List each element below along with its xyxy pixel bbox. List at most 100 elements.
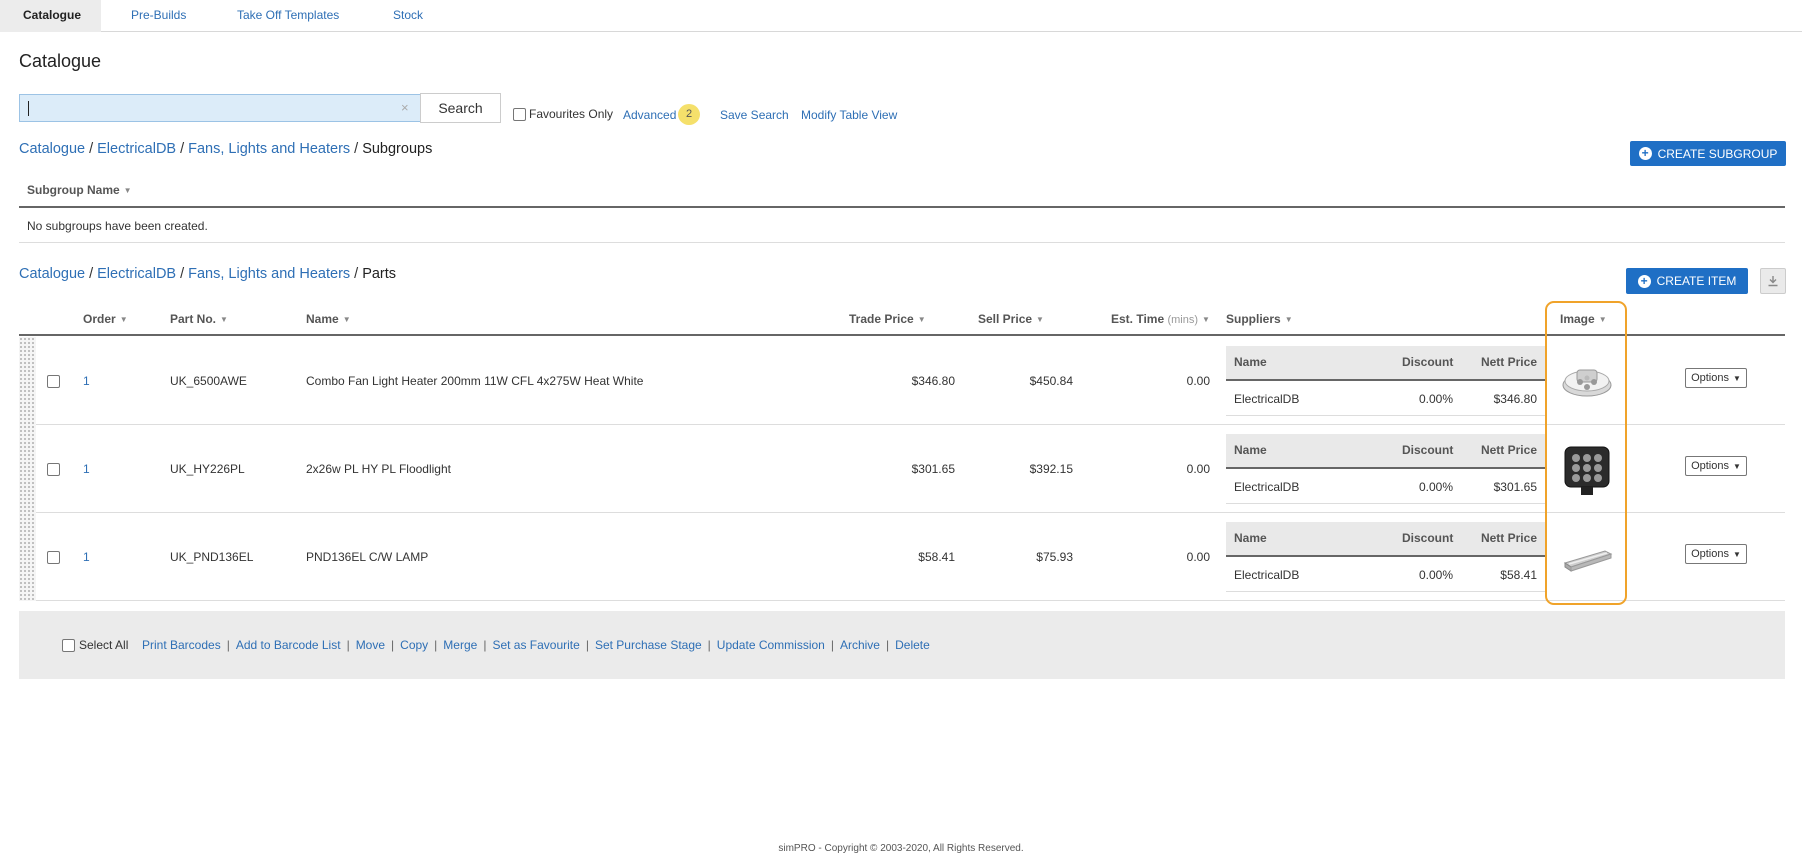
- trade-price: $346.80: [911, 374, 955, 388]
- breadcrumb-catalogue[interactable]: Catalogue: [19, 141, 85, 157]
- tab-stock[interactable]: Stock: [393, 0, 423, 32]
- text-caret: [28, 101, 29, 116]
- delete-link[interactable]: Delete: [895, 638, 930, 652]
- breadcrumb-current: Subgroups: [362, 141, 433, 157]
- column-est-time[interactable]: Est. Time (mins) ▼: [1111, 312, 1210, 326]
- supplier-row: ElectricalDB 0.00% $58.41: [1226, 558, 1545, 592]
- sell-price: $392.15: [1029, 462, 1073, 476]
- modify-table-view-link[interactable]: Modify Table View: [801, 108, 897, 122]
- options-dropdown[interactable]: Options ▼: [1685, 544, 1747, 564]
- clear-icon[interactable]: ×: [401, 100, 409, 115]
- row-checkbox[interactable]: [47, 551, 60, 564]
- supplier-col-discount: Discount: [1402, 355, 1454, 369]
- page-title: Catalogue: [19, 51, 102, 71]
- supplier-col-discount: Discount: [1402, 443, 1454, 457]
- column-sell-price[interactable]: Sell Price ▼: [978, 312, 1044, 326]
- supplier-col-nett-price: Nett Price: [1480, 531, 1537, 545]
- column-name[interactable]: Name ▼: [306, 312, 351, 326]
- floodlight-image[interactable]: [1557, 439, 1617, 499]
- set-purchase-stage-link[interactable]: Set Purchase Stage: [595, 638, 702, 652]
- print-barcodes-link[interactable]: Print Barcodes: [142, 638, 221, 652]
- breadcrumb-fans-lights-heaters[interactable]: Fans, Lights and Heaters: [188, 141, 350, 157]
- copy-link[interactable]: Copy: [400, 638, 428, 652]
- download-icon[interactable]: [1760, 268, 1786, 294]
- fan-light-heater-image[interactable]: [1557, 351, 1617, 411]
- breadcrumb-current: Parts: [362, 266, 397, 282]
- supplier-header: Name Discount Nett Price: [1226, 522, 1545, 557]
- tab-take-off-templates[interactable]: Take Off Templates: [237, 0, 339, 32]
- part-name: PND136EL C/W LAMP: [306, 550, 429, 564]
- part-name: Combo Fan Light Heater 200mm 11W CFL 4x2…: [306, 374, 644, 388]
- tab-catalogue[interactable]: Catalogue: [0, 0, 101, 32]
- order-link[interactable]: 1: [83, 550, 90, 564]
- supplier-row: ElectricalDB 0.00% $346.80: [1226, 382, 1545, 416]
- order-link[interactable]: 1: [83, 462, 90, 476]
- column-image[interactable]: Image ▼: [1560, 312, 1607, 326]
- advanced-search-link[interactable]: Advanced: [623, 108, 676, 122]
- sell-price: $450.84: [1029, 374, 1073, 388]
- column-part-no[interactable]: Part No. ▼: [170, 312, 228, 326]
- breadcrumb-fans-lights-heaters[interactable]: Fans, Lights and Heaters: [188, 266, 350, 282]
- supplier-subtable: Name Discount Nett Price ElectricalDB 0.…: [1226, 434, 1545, 504]
- set-as-favourite-link[interactable]: Set as Favourite: [492, 638, 579, 652]
- create-item-label: CREATE ITEM: [1656, 274, 1737, 288]
- supplier-nett-price: $346.80: [1493, 392, 1537, 406]
- favourites-only-checkbox[interactable]: [513, 107, 526, 121]
- supplier-discount: 0.00%: [1418, 392, 1453, 406]
- create-subgroup-label: CREATE SUBGROUP: [1657, 146, 1778, 161]
- supplier-col-nett-price: Nett Price: [1480, 355, 1537, 369]
- supplier-name: ElectricalDB: [1234, 568, 1300, 582]
- supplier-col-name: Name: [1234, 443, 1267, 457]
- part-number: UK_6500AWE: [170, 374, 247, 388]
- subgroup-empty-row: No subgroups have been created.: [19, 210, 1785, 243]
- favourites-only-label: Favourites Only: [529, 107, 614, 121]
- est-time: 0.00: [1186, 374, 1210, 388]
- supplier-discount: 0.00%: [1418, 480, 1453, 494]
- bulk-action-bar: Select All Print Barcodes | Add to Barcode…: [19, 611, 1785, 679]
- column-order[interactable]: Order ▼: [83, 312, 128, 326]
- add-to-barcode-list-link[interactable]: Add to Barcode List: [236, 638, 341, 652]
- create-subgroup-button[interactable]: + CREATE SUBGROUP: [1630, 141, 1786, 166]
- row-checkbox[interactable]: [47, 375, 60, 388]
- part-number: UK_HY226PL: [170, 462, 245, 476]
- favourites-only-toggle[interactable]: Favourites Only: [513, 107, 613, 121]
- drag-handle[interactable]: [19, 513, 36, 601]
- breadcrumb-electricaldb[interactable]: ElectricalDB: [97, 141, 176, 157]
- breadcrumb-electricaldb[interactable]: ElectricalDB: [97, 266, 176, 282]
- supplier-discount: 0.00%: [1418, 568, 1453, 582]
- row-checkbox[interactable]: [47, 463, 60, 476]
- part-number: UK_PND136EL: [170, 550, 254, 564]
- search-button[interactable]: Search: [420, 93, 501, 123]
- save-search-link[interactable]: Save Search: [720, 108, 789, 122]
- search-input[interactable]: [26, 98, 396, 118]
- supplier-col-nett-price: Nett Price: [1480, 443, 1537, 457]
- sell-price: $75.93: [1036, 550, 1073, 564]
- tab-pre-builds[interactable]: Pre-Builds: [131, 0, 186, 32]
- plus-circle-icon: +: [1637, 274, 1651, 288]
- supplier-name: ElectricalDB: [1234, 480, 1300, 494]
- part-name: 2x26w PL HY PL Floodlight: [306, 462, 451, 476]
- select-all-toggle[interactable]: Select All: [62, 638, 128, 652]
- move-link[interactable]: Move: [356, 638, 385, 652]
- parts-table-header: Order ▼ Part No. ▼ Name ▼ Trade Price ▼ Sell…: [19, 302, 1785, 336]
- create-item-button[interactable]: + CREATE ITEM: [1626, 268, 1748, 294]
- archive-link[interactable]: Archive: [840, 638, 880, 652]
- batten-lamp-image[interactable]: [1557, 527, 1617, 587]
- update-commission-link[interactable]: Update Commission: [717, 638, 825, 652]
- supplier-col-discount: Discount: [1402, 531, 1454, 545]
- supplier-subtable: Name Discount Nett Price ElectricalDB 0.…: [1226, 346, 1545, 416]
- breadcrumb-catalogue[interactable]: Catalogue: [19, 266, 85, 282]
- order-link[interactable]: 1: [83, 374, 90, 388]
- drag-handle[interactable]: [19, 425, 36, 513]
- drag-handle[interactable]: [19, 337, 36, 425]
- breadcrumb-subgroups: Catalogue / ElectricalDB / Fans, Lights and …: [19, 141, 433, 157]
- select-all-checkbox[interactable]: [62, 638, 75, 652]
- table-row: 1 UK_PND136EL PND136EL C/W LAMP $58.41 $…: [19, 513, 1785, 601]
- options-dropdown[interactable]: Options ▼: [1685, 368, 1747, 388]
- merge-link[interactable]: Merge: [443, 638, 477, 652]
- column-trade-price[interactable]: Trade Price ▼: [849, 312, 926, 326]
- column-subgroup-name[interactable]: Subgroup Name ▼: [27, 183, 132, 197]
- supplier-nett-price: $301.65: [1493, 480, 1537, 494]
- options-dropdown[interactable]: Options ▼: [1685, 456, 1747, 476]
- column-suppliers[interactable]: Suppliers ▼: [1226, 312, 1293, 326]
